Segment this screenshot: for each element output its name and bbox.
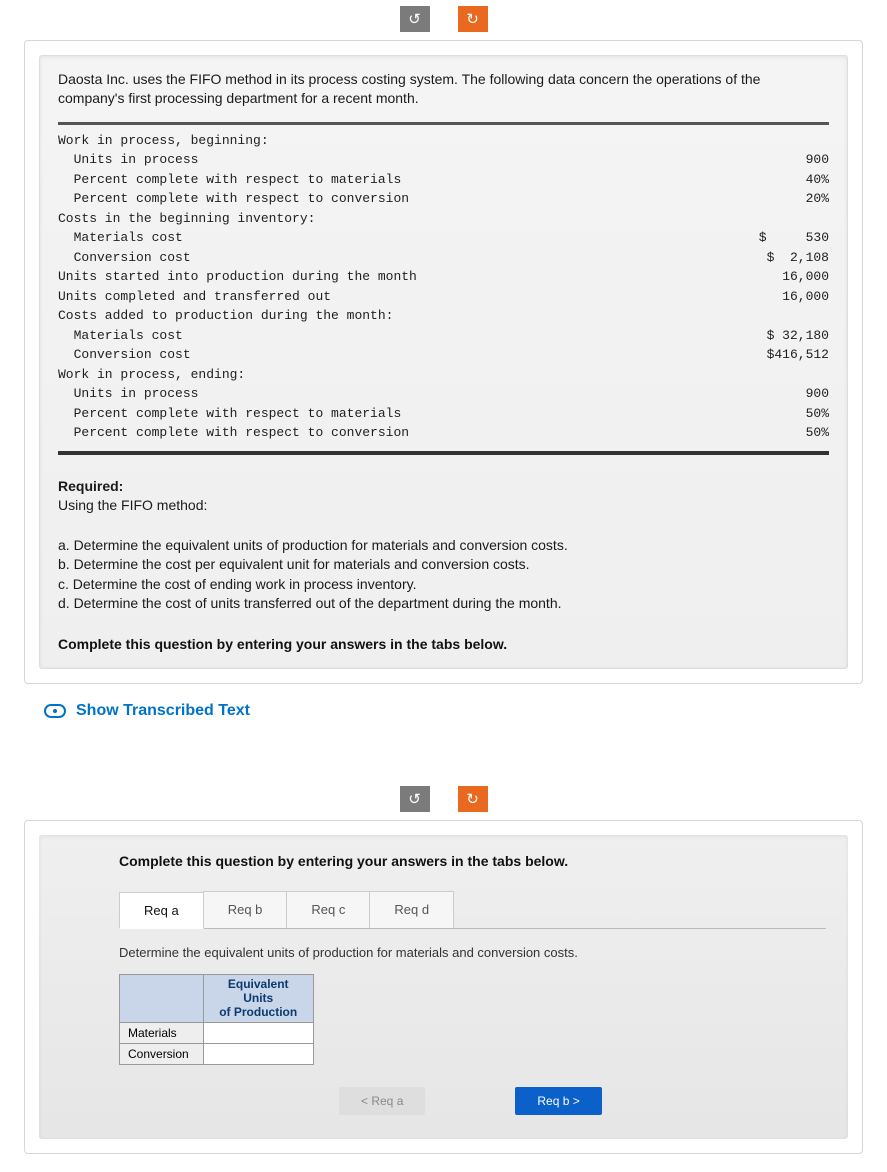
ledger-row: Units completed and transferred out 16,00… bbox=[58, 287, 829, 307]
ledger-value: 50% bbox=[729, 404, 829, 424]
ledger-label: Materials cost bbox=[58, 326, 183, 346]
required-item: c. Determine the cost of ending work in … bbox=[58, 575, 829, 595]
question-sheet: Daosta Inc. uses the FIFO method in its … bbox=[39, 55, 848, 669]
ledger-label: Costs in the beginning inventory: bbox=[58, 209, 315, 229]
ledger-value: 50% bbox=[729, 423, 829, 443]
ledger-label: Percent complete with respect to materia… bbox=[58, 404, 401, 424]
rotate-left-icon[interactable]: ↺ bbox=[400, 6, 430, 32]
ledger-label: Work in process, ending: bbox=[58, 365, 245, 385]
ledger-value: 20% bbox=[729, 189, 829, 209]
ledger-value: 16,000 bbox=[729, 287, 829, 307]
table-col-header: Equivalent Unitsof Production bbox=[203, 974, 313, 1022]
row-label: Materials bbox=[120, 1023, 204, 1044]
ledger-label: Materials cost bbox=[58, 228, 183, 248]
required-sub: Using the FIFO method: bbox=[58, 496, 829, 516]
ledger-value: 40% bbox=[729, 170, 829, 190]
data-ledger: Work in process, beginning: Units in pro… bbox=[58, 122, 829, 455]
ledger-row: Percent complete with respect to materia… bbox=[58, 170, 829, 190]
ledger-value bbox=[729, 306, 829, 326]
rotate-right-icon[interactable]: ↻ bbox=[458, 786, 488, 812]
ledger-row: Units started into production during the… bbox=[58, 267, 829, 287]
show-transcribed-link[interactable]: Show Transcribed Text bbox=[44, 702, 887, 720]
ledger-row: Costs added to production during the mon… bbox=[58, 306, 829, 326]
ledger-label: Costs added to production during the mon… bbox=[58, 306, 393, 326]
ledger-row: Materials cost $ 32,180 bbox=[58, 326, 829, 346]
ledger-row: Materials cost $ 530 bbox=[58, 228, 829, 248]
ledger-label: Units in process bbox=[58, 150, 198, 170]
eye-icon bbox=[44, 704, 66, 718]
rotate-left-icon[interactable]: ↺ bbox=[400, 786, 430, 812]
prev-req-button[interactable]: < Req a bbox=[339, 1087, 425, 1115]
required-block: Required: Using the FIFO method: a. Dete… bbox=[58, 477, 829, 614]
ledger-row: Units in process 900 bbox=[58, 384, 829, 404]
ledger-label: Work in process, beginning: bbox=[58, 131, 269, 151]
tab-req-d[interactable]: Req d bbox=[369, 891, 454, 928]
ledger-label: Percent complete with respect to convers… bbox=[58, 189, 409, 209]
ledger-row: Percent complete with respect to convers… bbox=[58, 423, 829, 443]
equivalent-units-table: Equivalent Unitsof Production MaterialsC… bbox=[119, 974, 314, 1065]
ledger-label: Conversion cost bbox=[58, 345, 191, 365]
ledger-row: Percent complete with respect to convers… bbox=[58, 189, 829, 209]
row-label: Conversion bbox=[120, 1044, 204, 1065]
ledger-row: Percent complete with respect to materia… bbox=[58, 404, 829, 424]
ledger-row: Work in process, beginning: bbox=[58, 131, 829, 151]
ledger-row: Conversion cost $416,512 bbox=[58, 345, 829, 365]
ledger-value bbox=[729, 209, 829, 229]
ledger-value: 16,000 bbox=[729, 267, 829, 287]
tab-req-b[interactable]: Req b bbox=[203, 891, 288, 928]
answer-cell-conversion[interactable] bbox=[203, 1044, 313, 1065]
answer-prompt-1: Complete this question by entering your … bbox=[58, 636, 829, 652]
tab-req-a[interactable]: Req a bbox=[119, 892, 204, 929]
question-card-1: Daosta Inc. uses the FIFO method in its … bbox=[24, 40, 863, 684]
required-item: b. Determine the cost per equivalent uni… bbox=[58, 555, 829, 575]
ledger-label: Units started into production during the… bbox=[58, 267, 417, 287]
required-item: d. Determine the cost of units transferr… bbox=[58, 594, 829, 614]
ledger-value: $ 530 bbox=[729, 228, 829, 248]
ledger-label: Units in process bbox=[58, 384, 198, 404]
ledger-row: Work in process, ending: bbox=[58, 365, 829, 385]
ledger-value bbox=[729, 365, 829, 385]
ledger-value bbox=[729, 131, 829, 151]
ledger-label: Conversion cost bbox=[58, 248, 191, 268]
ledger-value: $416,512 bbox=[729, 345, 829, 365]
tab-req-c[interactable]: Req c bbox=[286, 891, 370, 928]
answer-prompt-2: Complete this question by entering your … bbox=[119, 853, 826, 869]
table-row: Materials bbox=[120, 1023, 314, 1044]
required-item: a. Determine the equivalent units of pro… bbox=[58, 536, 829, 556]
required-heading: Required: bbox=[58, 478, 123, 494]
ledger-label: Percent complete with respect to materia… bbox=[58, 170, 401, 190]
question-card-2: Complete this question by entering your … bbox=[24, 820, 863, 1154]
next-req-button[interactable]: Req b > bbox=[515, 1087, 601, 1115]
ledger-value: 900 bbox=[729, 384, 829, 404]
answer-sheet: Complete this question by entering your … bbox=[39, 835, 848, 1139]
ledger-value: 900 bbox=[729, 150, 829, 170]
ledger-value: $ 2,108 bbox=[729, 248, 829, 268]
tab-description: Determine the equivalent units of produc… bbox=[119, 945, 826, 960]
requirement-tabs: Req aReq bReq cReq d bbox=[119, 891, 826, 929]
answer-cell-materials[interactable] bbox=[203, 1023, 313, 1044]
image-nav-top: ↺ ↻ bbox=[0, 0, 887, 36]
tab-nav-buttons: < Req a Req b > bbox=[339, 1087, 826, 1115]
question-intro: Daosta Inc. uses the FIFO method in its … bbox=[58, 70, 829, 108]
ledger-label: Units completed and transferred out bbox=[58, 287, 331, 307]
rotate-right-icon[interactable]: ↻ bbox=[458, 6, 488, 32]
image-nav-bottom: ↺ ↻ bbox=[0, 780, 887, 816]
show-transcribed-label: Show Transcribed Text bbox=[76, 702, 250, 720]
ledger-label: Percent complete with respect to convers… bbox=[58, 423, 409, 443]
ledger-row: Costs in the beginning inventory: bbox=[58, 209, 829, 229]
ledger-row: Conversion cost $ 2,108 bbox=[58, 248, 829, 268]
ledger-value: $ 32,180 bbox=[729, 326, 829, 346]
ledger-row: Units in process 900 bbox=[58, 150, 829, 170]
table-row: Conversion bbox=[120, 1044, 314, 1065]
